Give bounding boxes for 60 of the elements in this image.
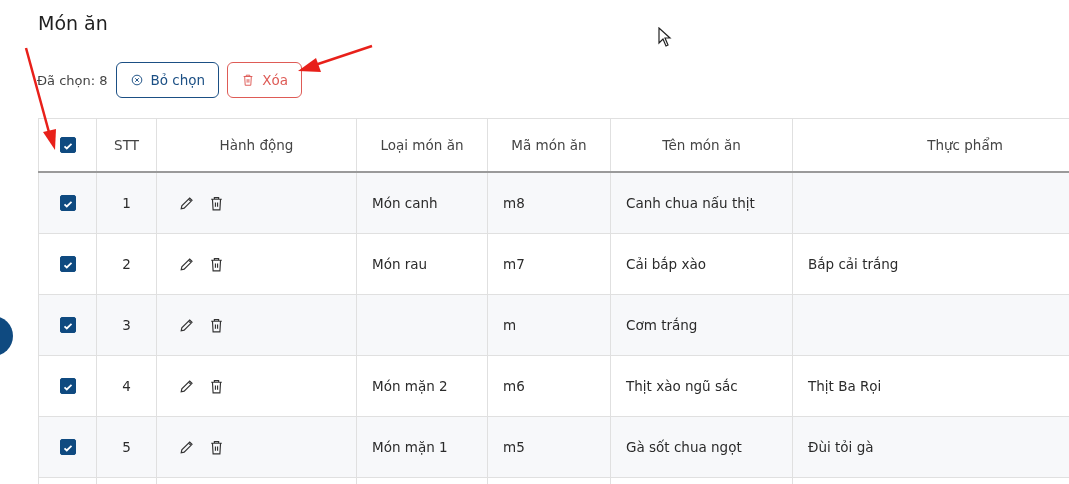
trash-icon bbox=[208, 194, 225, 212]
column-header: Thực phẩm bbox=[792, 118, 1069, 172]
table-cell: Món mặn 2 bbox=[356, 355, 488, 417]
column-header: Mã món ăn bbox=[487, 118, 611, 172]
column-header: STT bbox=[96, 118, 157, 172]
close-circle-icon bbox=[129, 73, 144, 87]
edit-button[interactable] bbox=[178, 438, 195, 456]
mouse-cursor-icon bbox=[658, 27, 672, 47]
table-cell: m bbox=[487, 294, 611, 356]
checkbox[interactable] bbox=[59, 317, 76, 333]
table-cell: Gà sốt chua ngọt bbox=[610, 416, 793, 478]
checkbox[interactable] bbox=[59, 137, 76, 153]
delete-button[interactable] bbox=[208, 438, 225, 456]
table-cell: Món mặn 1 bbox=[356, 416, 488, 478]
table-cell: Canh chua nấu thịt bbox=[610, 172, 793, 234]
edit-button[interactable] bbox=[178, 316, 195, 334]
table-cell: Cơm trắng bbox=[610, 294, 793, 356]
delete-button[interactable] bbox=[208, 316, 225, 334]
column-header: Loại món ăn bbox=[356, 118, 488, 172]
table-cell: Cải bắp xào bbox=[610, 233, 793, 295]
table-cell: m7 bbox=[487, 233, 611, 295]
pencil-icon bbox=[178, 377, 195, 395]
pencil-icon bbox=[178, 255, 195, 273]
selected-count: Đã chọn: 8 bbox=[37, 72, 108, 88]
table-cell: 5 bbox=[96, 416, 157, 478]
edit-button[interactable] bbox=[178, 377, 195, 395]
checkbox[interactable] bbox=[59, 256, 76, 272]
checkbox[interactable] bbox=[59, 378, 76, 394]
table-cell: Thịt Ba Rọi bbox=[792, 355, 1069, 417]
checkbox[interactable] bbox=[59, 195, 76, 211]
table-cell: Thịt xào ngũ sắc bbox=[610, 355, 793, 417]
table-cell: 1 bbox=[96, 172, 157, 234]
table-cell: 2 bbox=[96, 233, 157, 295]
edit-button[interactable] bbox=[178, 255, 195, 273]
checkbox[interactable] bbox=[59, 439, 76, 455]
delete-button[interactable] bbox=[208, 194, 225, 212]
table-cell: m8 bbox=[487, 172, 611, 234]
table-cell: Món rau bbox=[356, 233, 488, 295]
column-header: Tên món ăn bbox=[610, 118, 793, 172]
trash-icon bbox=[208, 255, 225, 273]
delete-button[interactable]: Xóa bbox=[227, 62, 302, 98]
table-cell: 4 bbox=[96, 355, 157, 417]
page-title: Món ăn bbox=[38, 11, 108, 36]
table-cell: Món canh bbox=[356, 172, 488, 234]
table-cell: m6 bbox=[487, 355, 611, 417]
delete-button[interactable] bbox=[208, 255, 225, 273]
pencil-icon bbox=[178, 438, 195, 456]
edit-button[interactable] bbox=[178, 194, 195, 212]
table-cell: m5 bbox=[487, 416, 611, 478]
pencil-icon bbox=[178, 316, 195, 334]
trash-icon bbox=[208, 438, 225, 456]
table-cell: Đùi tỏi gà bbox=[792, 416, 1069, 478]
column-header: Hành động bbox=[156, 118, 357, 172]
table-cell: Bắp cải trắng bbox=[792, 233, 1069, 295]
delete-button[interactable] bbox=[208, 377, 225, 395]
deselect-button[interactable]: Bỏ chọn bbox=[115, 62, 220, 98]
pencil-icon bbox=[178, 194, 195, 212]
trash-icon bbox=[208, 377, 225, 395]
table-cell: 3 bbox=[96, 294, 157, 356]
trash-icon bbox=[208, 316, 225, 334]
